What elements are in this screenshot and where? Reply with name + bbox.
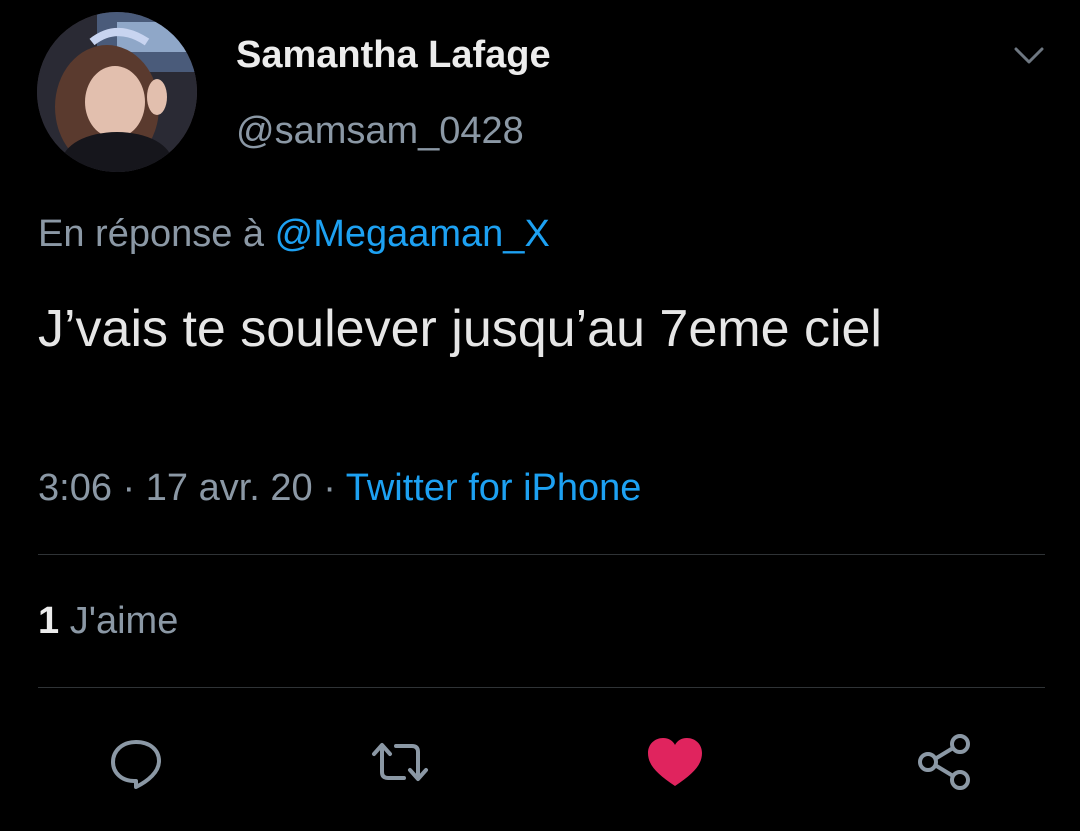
like-button[interactable] bbox=[645, 734, 705, 790]
retweet-button[interactable] bbox=[370, 734, 430, 790]
likes-count: 1 bbox=[38, 600, 60, 642]
likes-label: J'aime bbox=[69, 600, 179, 642]
retweet-icon bbox=[372, 743, 428, 781]
speech-bubble-icon bbox=[111, 740, 161, 789]
reply-context: En réponse à @Megaaman_X bbox=[38, 213, 550, 256]
divider bbox=[38, 687, 1045, 688]
divider bbox=[38, 554, 1045, 555]
tweet-date: 17 avr. 20 bbox=[145, 467, 313, 509]
share-button[interactable] bbox=[914, 734, 974, 790]
likes-summary[interactable]: 1 J'aime bbox=[38, 600, 178, 643]
heart-icon bbox=[648, 738, 702, 786]
tweet-text: J’vais te soulever jusqu’au 7eme ciel bbox=[38, 300, 882, 358]
share-icon bbox=[918, 734, 970, 790]
meta-separator: · bbox=[323, 467, 336, 509]
reply-mention-link[interactable]: @Megaaman_X bbox=[275, 213, 550, 255]
tweet-detail: Samantha Lafage @samsam_0428 En réponse … bbox=[0, 0, 1080, 831]
meta-separator: · bbox=[122, 467, 136, 509]
avatar[interactable] bbox=[37, 12, 197, 172]
reply-button[interactable] bbox=[106, 734, 166, 790]
tweet-time: 3:06 bbox=[38, 467, 112, 509]
tweet-source-link[interactable]: Twitter for iPhone bbox=[346, 467, 642, 509]
author-display-name[interactable]: Samantha Lafage bbox=[236, 34, 551, 77]
tweet-meta: 3:06 · 17 avr. 20 · Twitter for iPhone bbox=[38, 467, 641, 510]
avatar-photo bbox=[37, 12, 197, 172]
chevron-down-icon[interactable] bbox=[1010, 40, 1048, 70]
author-handle[interactable]: @samsam_0428 bbox=[236, 110, 524, 153]
reply-prefix: En réponse à bbox=[38, 213, 265, 255]
